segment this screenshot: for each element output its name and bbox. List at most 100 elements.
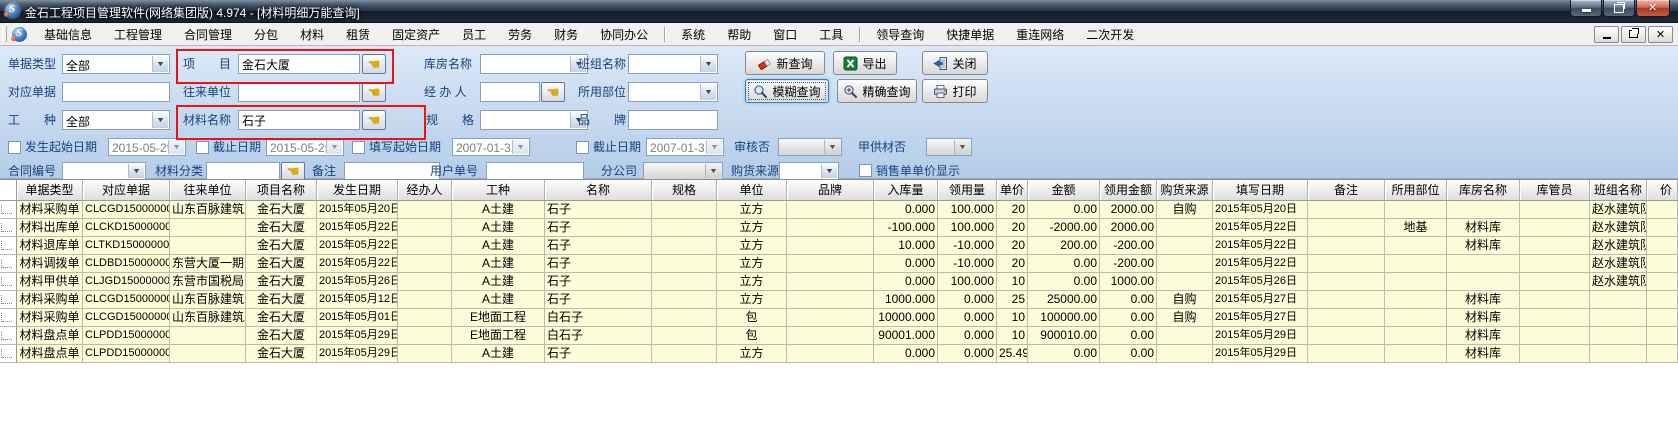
grid-cell[interactable] (787, 309, 874, 327)
grid-cell[interactable]: 立方 (717, 237, 787, 255)
grid-cell[interactable]: -200.00 (1100, 237, 1157, 255)
grid-cell[interactable]: 20 (997, 201, 1028, 219)
column-header[interactable]: 规格 (652, 180, 717, 200)
grid-cell[interactable]: 2015年05月20日 (317, 201, 398, 219)
grid-cell[interactable]: CLCKD150000001 (83, 219, 170, 237)
grid-cell[interactable]: 材料库 (1447, 309, 1520, 327)
grid-cell[interactable] (787, 345, 874, 363)
grid-cell[interactable] (1590, 291, 1647, 309)
grid-cell[interactable]: 石子 (545, 219, 652, 237)
grid-cell[interactable]: A土建 (452, 237, 545, 255)
column-header[interactable]: 对应单据 (83, 180, 170, 200)
grid-cell[interactable]: 材料库 (1447, 291, 1520, 309)
grid-cell[interactable] (1447, 273, 1520, 291)
spec-select[interactable] (480, 110, 588, 130)
grid-cell[interactable]: 材料库 (1447, 237, 1520, 255)
menu-item[interactable]: 重连网络 (1005, 23, 1075, 46)
menu-item[interactable]: 领导查询 (865, 23, 935, 46)
grid-cell[interactable] (1385, 201, 1447, 219)
grid-cell[interactable]: 0.00 (1100, 291, 1157, 309)
grid-cell[interactable] (1520, 309, 1590, 327)
grid-cell[interactable]: A土建 (452, 345, 545, 363)
material-class-picker-button[interactable] (281, 162, 305, 180)
grid-cell[interactable] (652, 273, 717, 291)
grid-cell[interactable]: 10 (997, 273, 1028, 291)
grid-cell[interactable] (1520, 291, 1590, 309)
grid-cell[interactable]: 0.00 (1100, 327, 1157, 345)
grid-cell[interactable]: 材料出库单 (17, 219, 83, 237)
grid-cell[interactable] (1647, 237, 1678, 255)
row-selector[interactable] (0, 255, 17, 273)
grid-cell[interactable] (1447, 255, 1520, 273)
mdi-minimize-button[interactable] (1594, 26, 1619, 43)
fill-start-checkbox[interactable] (352, 141, 365, 154)
menu-item[interactable]: 财务 (543, 23, 589, 46)
grid-cell[interactable]: 自购 (1157, 201, 1213, 219)
grid-cell[interactable]: -2000.00 (1028, 219, 1100, 237)
grid-cell[interactable]: 0.000 (938, 291, 997, 309)
purchase-source-select[interactable] (779, 162, 839, 180)
grid-cell[interactable] (170, 327, 246, 345)
grid-cell[interactable] (1308, 255, 1385, 273)
sale-price-display-checkbox[interactable] (859, 164, 872, 177)
row-selector[interactable] (0, 327, 17, 345)
grid-cell[interactable]: 20 (997, 237, 1028, 255)
mdi-restore-button[interactable] (1621, 26, 1646, 43)
fill-start-date-select[interactable]: 2007-01-31 (452, 138, 530, 156)
grid-cell[interactable]: 0.00 (1028, 273, 1100, 291)
grid-cell[interactable]: 2015年05月20日 (1213, 201, 1308, 219)
menu-item[interactable]: 系统 (670, 23, 716, 46)
grid-cell[interactable]: 200.00 (1028, 237, 1100, 255)
grid-cell[interactable] (398, 309, 452, 327)
grid-cell[interactable]: 材料库 (1447, 345, 1520, 363)
grid-cell[interactable]: 0.000 (938, 345, 997, 363)
grid-cell[interactable]: 材料采购单 (17, 201, 83, 219)
material-picker-button[interactable] (362, 110, 386, 130)
grid-cell[interactable] (398, 291, 452, 309)
grid-cell[interactable]: 2015年05月29日 (317, 327, 398, 345)
grid-cell[interactable]: 2015年05月27日 (1213, 291, 1308, 309)
grid-cell[interactable]: 材料甲供单 (17, 273, 83, 291)
row-selector[interactable] (0, 309, 17, 327)
grid-cell[interactable]: 立方 (717, 219, 787, 237)
counterparty-input[interactable] (238, 82, 360, 102)
column-header[interactable]: 名称 (545, 180, 652, 200)
grid-cell[interactable] (1308, 237, 1385, 255)
grid-cell[interactable]: 材料库 (1447, 327, 1520, 345)
grid-cell[interactable]: 立方 (717, 291, 787, 309)
grid-cell[interactable]: 山东百脉建筑工程 (170, 201, 246, 219)
grid-cell[interactable]: 25.49 (997, 345, 1028, 363)
grid-cell[interactable]: 石子 (545, 345, 652, 363)
grid-cell[interactable]: CLTKD150000001 (83, 237, 170, 255)
grid-cell[interactable]: 金石大厦 (246, 201, 317, 219)
grid-cell[interactable] (1520, 201, 1590, 219)
grid-cell[interactable] (787, 201, 874, 219)
grid-cell[interactable] (398, 237, 452, 255)
grid-cell[interactable]: 石子 (545, 255, 652, 273)
menu-item[interactable]: 协同办公 (589, 23, 659, 46)
grid-cell[interactable]: 0.00 (1100, 309, 1157, 327)
grid-cell[interactable] (1520, 345, 1590, 363)
grid-cell[interactable] (787, 273, 874, 291)
grid-cell[interactable]: 90001.000 (874, 327, 938, 345)
ref-bill-input[interactable] (62, 82, 170, 102)
grid-cell[interactable]: 2015年05月29日 (1213, 345, 1308, 363)
grid-cell[interactable]: 赵水建筑队 (1590, 273, 1647, 291)
grid-cell[interactable]: 900010.00 (1028, 327, 1100, 345)
new-query-button[interactable]: 新查询 (745, 51, 825, 75)
grid-cell[interactable]: 2015年05月29日 (317, 345, 398, 363)
grid-cell[interactable]: 材料盘点单 (17, 345, 83, 363)
grid-cell[interactable] (1385, 345, 1447, 363)
grid-cell[interactable]: 2000.00 (1100, 219, 1157, 237)
column-header[interactable]: 往来单位 (170, 180, 246, 200)
grid-cell[interactable] (1157, 255, 1213, 273)
owner-supplied-select[interactable] (926, 138, 972, 156)
grid-cell[interactable] (1647, 345, 1678, 363)
row-selector[interactable] (0, 201, 17, 219)
column-header[interactable]: 金额 (1028, 180, 1100, 200)
work-type-select[interactable]: 全部 (62, 110, 170, 130)
bill-type-select[interactable]: 全部 (62, 54, 170, 74)
grid-cell[interactable] (398, 273, 452, 291)
grid-cell[interactable]: 材料退库单 (17, 237, 83, 255)
grid-cell[interactable] (1308, 345, 1385, 363)
